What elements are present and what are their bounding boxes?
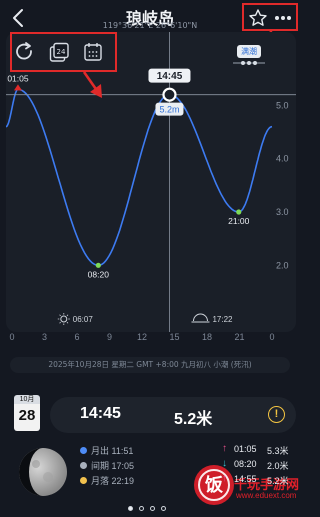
- high-tide-label: 01:05: [7, 73, 29, 83]
- tide-extremes-list: ↑ 01:05 5.3米 ↓ 08:20 2.0米 ↑ 14:55 5.2米: [222, 443, 298, 504]
- x-tick-label: 3: [41, 332, 48, 342]
- date-month: 10月: [14, 395, 40, 404]
- svg-text:饭: 饭: [204, 474, 223, 496]
- date-card[interactable]: 10月 28: [14, 395, 40, 431]
- x-tick-label: 15: [169, 332, 180, 342]
- current-tide-panel: 14:45 5.2米 !: [50, 397, 296, 433]
- page-dot[interactable]: [128, 506, 133, 511]
- page-dot[interactable]: [139, 506, 144, 511]
- extreme-time: 08:20: [234, 459, 257, 469]
- low-tide-marker: [236, 209, 242, 215]
- x-tick-label: 21: [234, 332, 245, 342]
- x-tick-label: 6: [74, 332, 80, 342]
- callout-arrow-icon: [82, 71, 102, 98]
- x-tick-label: 18: [201, 332, 213, 342]
- low-tide-label: 08:20: [88, 269, 110, 279]
- x-axis-ticks: 0 3 6 9 12 15 18 21 0: [0, 332, 300, 346]
- tide-extreme-row: ↓ 08:20 2.0米: [222, 458, 298, 472]
- more-options-icon[interactable]: [272, 8, 294, 28]
- date-day: 28: [18, 407, 36, 424]
- x-tick-label: 9: [106, 332, 113, 342]
- moon-phase-icon: [19, 448, 67, 496]
- sunset-time: 17:22: [212, 315, 233, 324]
- y-tick-label: 3.0: [276, 207, 289, 217]
- y-tick-label: 2.0: [276, 260, 289, 270]
- rising-arrow-icon: ↑: [222, 473, 227, 484]
- low-tide-label: 21:00: [228, 216, 250, 226]
- favorite-star-icon[interactable]: [248, 8, 268, 28]
- calendar-icon[interactable]: [82, 41, 104, 63]
- wind-indicator-icon: [233, 61, 265, 65]
- tide-chart-svg: 5.0 4.0 3.0 2.0 01:05 08:20 21:00 14:45 5.2m 06:0…: [5, 32, 296, 332]
- moonrise-time: 月出 11:51: [91, 446, 134, 456]
- sunrise-time: 06:07: [73, 315, 94, 324]
- refresh-icon[interactable]: [14, 41, 36, 63]
- tide-status-badge: 满潮: [237, 45, 261, 58]
- moonset-dot: [80, 477, 87, 484]
- cursor-height-label: 5.2m: [159, 105, 179, 115]
- falling-arrow-icon: ↓: [222, 458, 227, 469]
- moonset-time: 月落 22:19: [91, 476, 135, 486]
- y-tick-label: 4.0: [276, 154, 289, 164]
- cursor-handle: [162, 87, 177, 102]
- tide-chart[interactable]: 5.0 4.0 3.0 2.0 01:05 08:20 21:00 14:45 5.2m 06:0…: [5, 32, 296, 332]
- extreme-time: 14:55: [234, 474, 257, 484]
- extreme-height: 2.0米: [267, 461, 289, 471]
- x-tick-label: 0: [9, 332, 15, 342]
- rising-arrow-icon: ↑: [222, 443, 227, 454]
- extreme-height: 5.2米: [267, 476, 289, 486]
- cursor-time-label: 14:45: [157, 71, 183, 82]
- extreme-height: 5.3米: [267, 446, 289, 456]
- y-tick-label: 5.0: [276, 100, 289, 110]
- current-height: 5.2米: [174, 411, 213, 428]
- page-dot[interactable]: [161, 506, 166, 511]
- 24h-view-icon[interactable]: 24: [48, 41, 70, 63]
- date-info-line: 2025年10月28日 星期二 GMT +8:00 九月初八 小潮 (死汛): [10, 357, 290, 373]
- page-indicator: [128, 506, 172, 514]
- page-dot[interactable]: [150, 506, 155, 511]
- moon-transit-time: 间期 17:05: [91, 461, 135, 471]
- x-tick-label: 0: [269, 332, 275, 342]
- warning-icon[interactable]: !: [268, 406, 285, 423]
- moon-transit-dot: [80, 462, 87, 469]
- current-time: 14:45: [80, 405, 121, 422]
- moonrise-dot: [80, 447, 87, 454]
- tide-extreme-row: ↑ 14:55 5.2米: [222, 473, 298, 487]
- extreme-time: 01:05: [234, 444, 257, 454]
- low-tide-marker: [95, 262, 101, 268]
- x-tick-label: 12: [136, 332, 148, 342]
- tide-extreme-row: ↑ 01:05 5.3米: [222, 443, 298, 457]
- moon-info: 月出 11:51 间期 17:05 月落 22:19: [80, 444, 180, 504]
- svg-text:24: 24: [57, 48, 66, 56]
